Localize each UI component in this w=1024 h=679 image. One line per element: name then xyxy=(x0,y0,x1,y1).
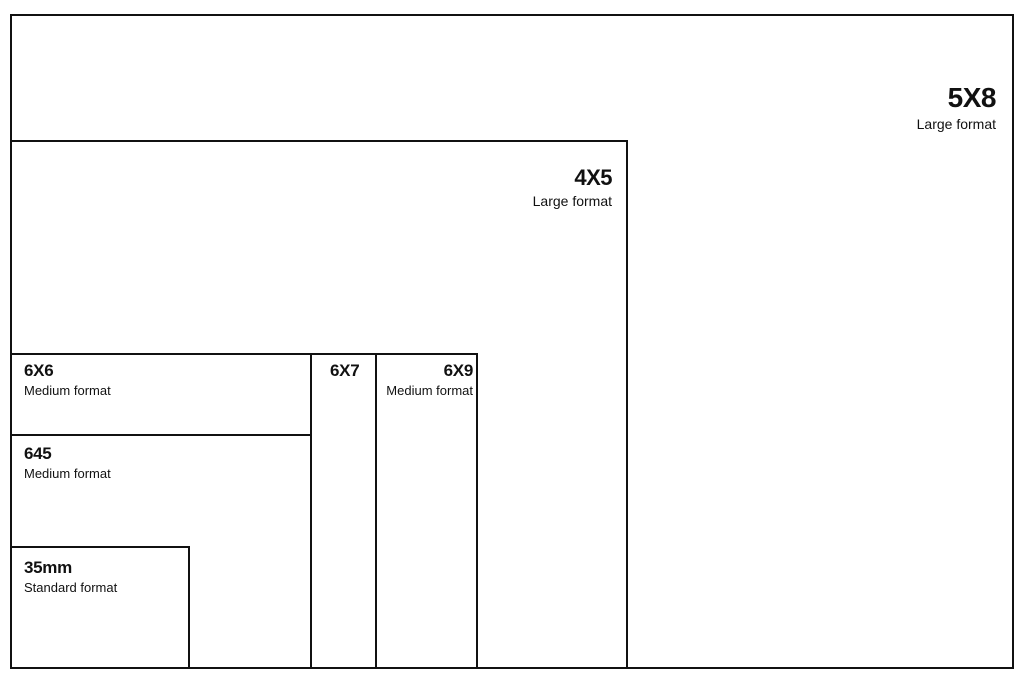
format-subtitle-6x9: Medium format xyxy=(380,383,473,398)
format-subtitle-4x5: Large format xyxy=(500,193,612,209)
format-label-4x5: 4X5 Large format xyxy=(500,165,612,209)
format-subtitle-5x8: Large format xyxy=(917,116,996,132)
format-label-35mm: 35mm Standard format xyxy=(24,558,117,595)
format-box-6x9 xyxy=(375,353,478,669)
format-label-645: 645 Medium format xyxy=(24,444,111,481)
format-label-6x7: 6X7 xyxy=(330,361,359,381)
format-subtitle-645: Medium format xyxy=(24,466,111,481)
format-title-6x6: 6X6 xyxy=(24,361,111,381)
format-box-6x7 xyxy=(310,353,377,669)
format-label-6x9: 6X9 Medium format xyxy=(380,361,473,398)
format-subtitle-35mm: Standard format xyxy=(24,580,117,595)
format-label-6x6: 6X6 Medium format xyxy=(24,361,111,398)
format-title-35mm: 35mm xyxy=(24,558,117,578)
format-title-5x8: 5X8 xyxy=(917,82,996,114)
format-title-4x5: 4X5 xyxy=(500,165,612,191)
format-label-5x8: 5X8 Large format xyxy=(917,82,996,132)
format-subtitle-6x6: Medium format xyxy=(24,383,111,398)
format-title-645: 645 xyxy=(24,444,111,464)
format-title-6x7: 6X7 xyxy=(330,361,359,381)
format-title-6x9: 6X9 xyxy=(380,361,473,381)
